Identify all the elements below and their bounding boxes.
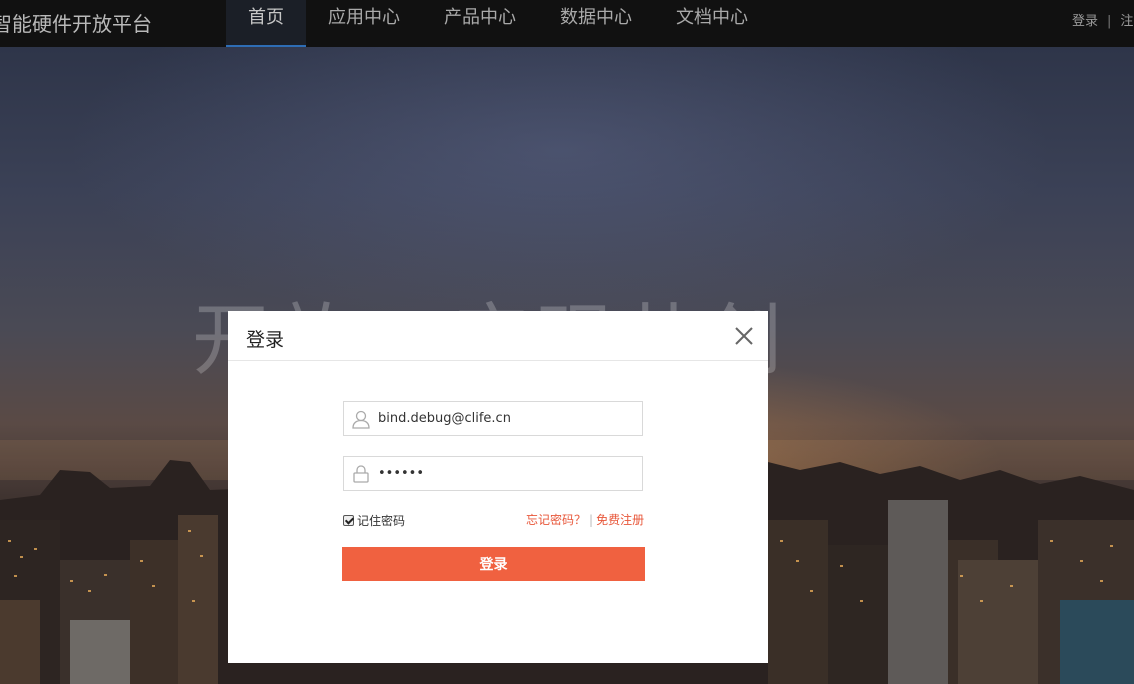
nav-item-home[interactable]: 首页 — [226, 0, 306, 47]
auth-separator: | — [1107, 14, 1112, 29]
main-nav: 首页 应用中心 产品中心 数据中心 文档中心 — [226, 0, 770, 47]
user-icon — [344, 402, 378, 435]
username-input[interactable] — [378, 402, 633, 435]
remember-password[interactable]: 记住密码 — [343, 512, 405, 529]
free-register-link[interactable]: 免费注册 — [596, 513, 644, 527]
nav-item-apps[interactable]: 应用中心 — [306, 0, 422, 47]
nav-item-docs[interactable]: 文档中心 — [654, 0, 770, 47]
platform-title[interactable]: 智能硬件开放平台 — [0, 8, 152, 37]
remember-checkbox[interactable] — [343, 515, 354, 526]
login-submit-button[interactable]: 登录 — [342, 547, 645, 581]
close-button[interactable] — [733, 325, 755, 347]
close-icon — [735, 327, 753, 345]
username-field — [343, 401, 643, 436]
nav-item-data[interactable]: 数据中心 — [538, 0, 654, 47]
auth-links: 登录 | 注 — [1072, 10, 1133, 29]
login-link[interactable]: 登录 — [1072, 14, 1098, 29]
login-dialog: 登录 记住密码 忘记密码？|免费注册 — [228, 311, 768, 663]
dialog-title: 登录 — [246, 329, 285, 351]
password-field — [343, 456, 643, 491]
lock-icon — [344, 457, 378, 490]
dialog-header: 登录 — [228, 311, 768, 361]
nav-item-products[interactable]: 产品中心 — [422, 0, 538, 47]
forgot-password-link[interactable]: 忘记密码？ — [526, 513, 586, 527]
links-separator: | — [589, 513, 594, 527]
account-links: 忘记密码？ | 免费注册 — [526, 511, 644, 528]
password-input[interactable] — [378, 457, 633, 490]
register-link[interactable]: 注 — [1120, 14, 1133, 29]
remember-label: 记住密码 — [357, 514, 406, 528]
top-navbar: 智能硬件开放平台 首页 应用中心 产品中心 数据中心 文档中心 登录 | 注 — [0, 0, 1134, 47]
